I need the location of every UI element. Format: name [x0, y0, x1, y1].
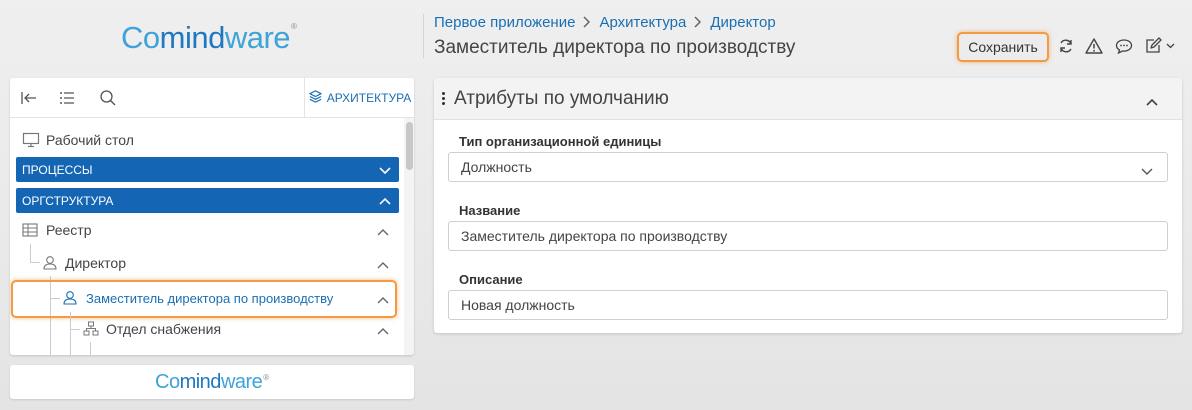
section-label: ПРОЦЕССЫ [22, 162, 93, 177]
card-header: Атрибуты по умолчанию [434, 78, 1182, 120]
refresh-icon[interactable] [1056, 36, 1076, 56]
drag-handle-icon[interactable] [442, 92, 446, 107]
tab-architecture[interactable]: АРХИТЕКТУРА [304, 78, 414, 118]
navigation-panel: АРХИТЕКТУРА Рабочий стол ПРОЦЕССЫ ОРГСТР… [10, 78, 414, 355]
layers-icon [308, 89, 323, 107]
breadcrumb-item-director[interactable]: Директор [710, 14, 775, 31]
logo-co: Co [121, 20, 160, 55]
comindware-logo: Comindware® [121, 20, 297, 56]
user-icon [63, 290, 77, 308]
logo-co: Co [155, 371, 180, 393]
unit-type-value: Должность [461, 159, 532, 175]
card-title: Атрибуты по умолчанию [454, 88, 669, 109]
chevron-right-icon [583, 15, 591, 31]
breadcrumb-item-app[interactable]: Первое приложение [434, 14, 575, 31]
breadcrumb-item-architecture[interactable]: Архитектура [599, 14, 686, 31]
logo-ware: ware [224, 20, 291, 55]
edit-menu-icon[interactable] [1144, 36, 1178, 56]
scrollbar-thumb[interactable] [406, 122, 413, 170]
tree-item-registry[interactable]: Реестр [10, 217, 403, 243]
description-field[interactable]: Новая должность [448, 290, 1168, 320]
tree-item-deputy-director[interactable]: Заместитель директора по производству [10, 285, 403, 311]
tree-item-label: Заместитель директора по производству [86, 290, 334, 306]
name-value: Заместитель директора по производству [461, 228, 728, 244]
tree-connector [50, 298, 60, 299]
org-chart-icon [83, 321, 99, 339]
comment-icon[interactable] [1114, 36, 1134, 56]
header-divider [423, 14, 424, 58]
chevron-up-icon [379, 195, 391, 209]
unit-type-select[interactable]: Должность [448, 152, 1168, 182]
field-label-unit-type: Тип организационной единицы [459, 134, 662, 149]
collapse-panel-icon[interactable] [20, 89, 38, 107]
save-button[interactable]: Сохранить [957, 32, 1049, 62]
chevron-up-icon[interactable] [377, 224, 389, 240]
tree-item-label: Директор [65, 255, 126, 271]
search-icon[interactable] [99, 89, 117, 107]
logo-ware: ware [220, 371, 263, 393]
tab-architecture-label: АРХИТЕКТУРА [326, 91, 412, 105]
page-title: Заместитель директора по производству [434, 37, 796, 58]
section-label: ОРГСТРУКТУРА [22, 193, 114, 208]
description-value: Новая должность [461, 297, 575, 313]
chevron-up-icon[interactable] [377, 257, 389, 273]
tree-connector [90, 342, 91, 355]
name-field[interactable]: Заместитель директора по производству [448, 221, 1168, 251]
tree-item-label: Отдел снабжения [106, 321, 222, 337]
attributes-card: Атрибуты по умолчанию Тип организационно… [434, 78, 1182, 333]
warning-icon[interactable] [1084, 36, 1104, 56]
tree-item-label: Реестр [46, 222, 92, 238]
logo-registered-mark: ® [263, 373, 269, 382]
chevron-down-icon [379, 164, 391, 178]
user-icon [43, 255, 57, 273]
chevron-up-icon[interactable] [377, 323, 389, 339]
logo-mind: mind [179, 371, 222, 393]
breadcrumb: Первое приложение Архитектура Директор [434, 14, 776, 31]
comindware-logo: Comindware® [155, 371, 269, 394]
section-orgstructure[interactable]: ОРГСТРУКТУРА [16, 188, 399, 213]
chevron-up-icon[interactable] [377, 292, 389, 308]
footer-logo-box: Comindware® [10, 365, 414, 399]
chevron-down-icon [1141, 163, 1153, 179]
table-icon [22, 223, 38, 240]
tree-item-supply-department[interactable]: Отдел снабжения [10, 316, 403, 342]
list-icon[interactable] [58, 89, 76, 107]
navigation-toolbar: АРХИТЕКТУРА [10, 78, 414, 118]
field-label-description: Описание [459, 272, 523, 287]
tree-item-director[interactable]: Директор [10, 250, 403, 276]
tree-item-desktop[interactable]: Рабочий стол [10, 127, 403, 153]
chevron-right-icon [694, 15, 702, 31]
section-processes[interactable]: ПРОЦЕССЫ [16, 157, 399, 182]
monitor-icon [22, 132, 40, 151]
chevron-up-icon[interactable] [1146, 94, 1158, 112]
logo-registered-mark: ® [291, 22, 297, 31]
tree-item-label: Рабочий стол [46, 132, 134, 148]
tree-connector [70, 329, 80, 330]
logo-mind: mind [159, 20, 226, 55]
field-label-name: Название [459, 203, 521, 218]
